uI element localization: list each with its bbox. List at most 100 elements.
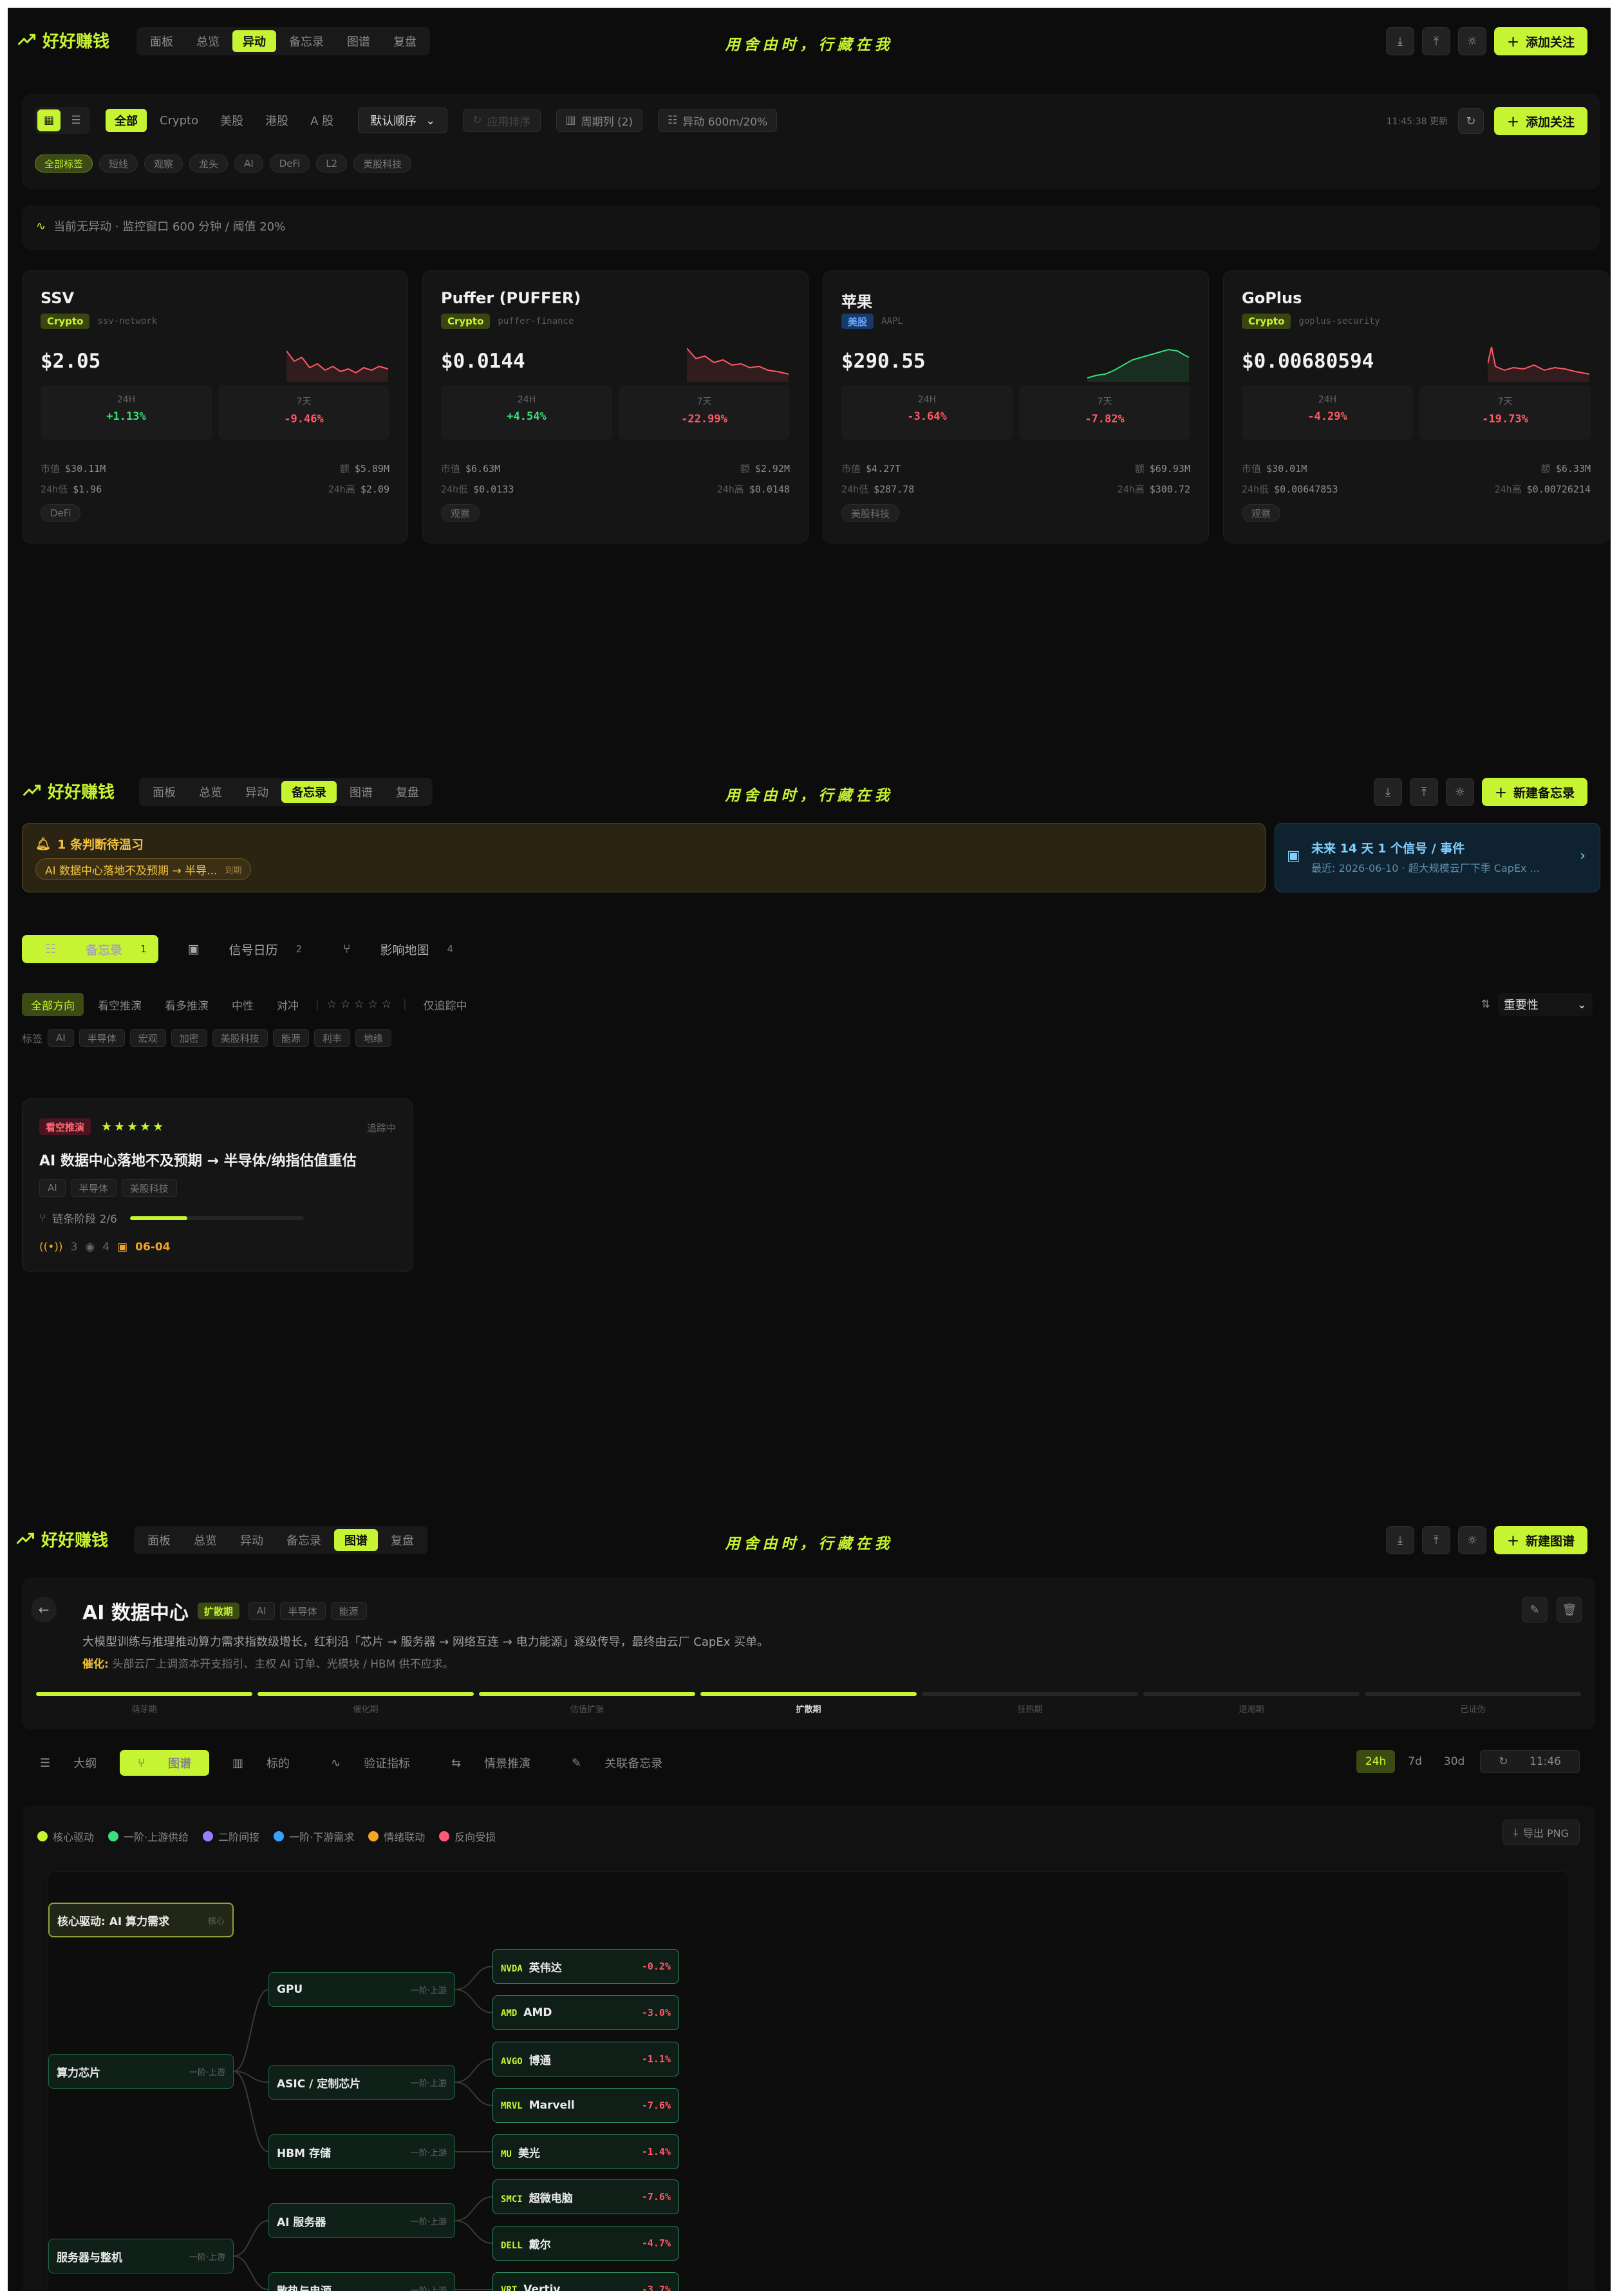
graph-view-tab[interactable]: ⑂ 图谱 — [120, 1750, 209, 1776]
tag-chip[interactable]: DeFi — [269, 155, 310, 173]
filter-tag[interactable]: 利率 — [314, 1029, 350, 1047]
download-icon[interactable]: ⤓ — [1373, 778, 1402, 806]
direction-tab[interactable]: 看空推演 — [89, 993, 151, 1016]
new-graph-button[interactable]: ＋ 新建图谱 — [1493, 1526, 1587, 1554]
tag-chip[interactable]: AI — [234, 155, 263, 173]
market-tab[interactable]: 美股 — [211, 109, 252, 132]
review-alert-item[interactable]: AI 数据中心落地不及预期 → 半导... 到期 — [35, 858, 252, 880]
stock-node[interactable]: SMCI 超微电脑 -7.6% — [492, 2179, 679, 2214]
new-memo-button[interactable]: ＋ 新建备忘录 — [1481, 778, 1587, 806]
memo-card[interactable]: 看空推演 ★★★★★ 追踪中 AI 数据中心落地不及预期 → 半导体/纳指估值重… — [22, 1098, 413, 1272]
sort-select[interactable]: 默认顺序 ⌄ — [358, 108, 448, 133]
watch-card[interactable]: Puffer (PUFFER) Crypto puffer-finance $0.01… — [422, 270, 809, 543]
range-tab[interactable]: 30d — [1435, 1750, 1474, 1773]
graph-view-tab[interactable]: ⇆ 情景推演 — [433, 1750, 548, 1776]
filter-tag[interactable]: 加密 — [171, 1029, 207, 1047]
watch-card[interactable]: GoPlus Crypto goplus-security $0.00680594 24… — [1223, 270, 1609, 543]
card-tag[interactable]: 美股科技 — [841, 504, 900, 522]
level1-node[interactable]: 服务器与整机 一阶·上游 — [48, 2239, 234, 2273]
filter-tag[interactable]: 美股科技 — [212, 1029, 268, 1047]
market-tab[interactable]: 全部 — [106, 109, 147, 132]
period-columns-button[interactable]: ▥ 周期列 (2) — [556, 109, 643, 132]
filter-tag[interactable]: 半导体 — [79, 1029, 125, 1047]
list-view-icon[interactable]: ☰ — [64, 109, 88, 131]
core-node[interactable]: 核心驱动: AI 算力需求 核心 — [48, 1903, 234, 1937]
asset-price: $2.05 — [41, 350, 101, 373]
card-tag[interactable]: DeFi — [41, 504, 81, 522]
card-tag[interactable]: 观察 — [1242, 504, 1281, 522]
upload-icon[interactable]: ⤒ — [1409, 778, 1438, 806]
filter-tag[interactable]: 宏观 — [129, 1029, 166, 1047]
refresh-button[interactable]: ↻ 11:46 — [1480, 1750, 1580, 1773]
tag-chip[interactable]: 龙头 — [189, 155, 229, 173]
level1-node[interactable]: 算力芯片 一阶·上游 — [48, 2054, 234, 2089]
stock-node[interactable]: AMD AMD -3.0% — [492, 1995, 679, 2030]
market-tab[interactable]: A 股 — [301, 109, 342, 132]
sort-select[interactable]: 重要性 ⌄ — [1497, 993, 1593, 1016]
level2-node[interactable]: GPU 一阶·上游 — [268, 1972, 455, 2007]
stock-id: MU 美光 — [501, 2144, 540, 2160]
level2-node[interactable]: 散热与电源 一阶·上游 — [268, 2272, 455, 2291]
direction-tab[interactable]: 看多推演 — [156, 993, 218, 1016]
market-tab[interactable]: Crypto — [151, 109, 207, 132]
graph-view-tab[interactable]: ✎ 关联备忘录 — [554, 1750, 680, 1776]
signal-calendar-card[interactable]: ▣ 未来 14 天 1 个信号 / 事件 最近: 2026-06-10 · 超大… — [1275, 823, 1600, 892]
stock-node[interactable]: NVDA 英伟达 -0.2% — [492, 1949, 679, 1984]
graph-view-tab[interactable]: ▥ 标的 — [214, 1750, 308, 1776]
graph-canvas[interactable]: 核心驱动: AI 算力需求 核心 算力芯片 一阶·上游 服务器与整机 一阶·上游 GPU 一阶… — [48, 1871, 1569, 2291]
direction-tab[interactable]: 全部方向 — [22, 993, 84, 1016]
theme-icon[interactable]: ☼ — [1457, 1526, 1486, 1554]
level2-node[interactable]: AI 服务器 一阶·上游 — [268, 2203, 455, 2238]
download-icon[interactable]: ⤓ — [1385, 1526, 1414, 1554]
watch-card[interactable]: 苹果 美股 AAPL $290.55 24H -3.64% 7天 -7.82% 市值 $4.27T… — [823, 270, 1209, 543]
star-filter[interactable]: ☆☆☆☆☆ — [327, 993, 395, 1016]
upload-icon[interactable]: ⤒ — [1421, 1526, 1450, 1554]
refresh-icon[interactable]: ↻ — [1457, 108, 1484, 134]
memo-section-tabs: ☷ 备忘录 1 ▣ 信号日历 2 ⑂ 影响地图 4 — [22, 935, 465, 963]
stock-node[interactable]: VRT Vertiv -3.7% — [492, 2272, 679, 2291]
download-icon[interactable]: ⤓ — [1385, 27, 1414, 55]
memo-section-tab[interactable]: ▣ 信号日历 2 — [165, 935, 314, 963]
tag-chip[interactable]: 全部标签 — [35, 155, 93, 173]
filter-tag[interactable]: 能源 — [272, 1029, 309, 1047]
theme-icon[interactable]: ☼ — [1457, 27, 1486, 55]
theme-icon[interactable]: ☼ — [1445, 778, 1474, 806]
tag-chip[interactable]: 观察 — [144, 155, 183, 173]
card-tag[interactable]: 观察 — [441, 504, 480, 522]
edit-icon[interactable]: ✎ — [1522, 1597, 1548, 1623]
direction-tab[interactable]: 对冲 — [268, 993, 308, 1016]
back-arrow-icon[interactable]: ← — [31, 1597, 57, 1623]
direction-tab[interactable]: 中性 — [223, 993, 263, 1016]
market-tab[interactable]: 港股 — [256, 109, 297, 132]
memo-section-tab[interactable]: ☷ 备忘录 1 — [22, 935, 158, 963]
range-tab[interactable]: 7d — [1399, 1750, 1431, 1773]
apply-sort-button[interactable]: ↻ 应用排序 — [463, 109, 541, 132]
export-png-button[interactable]: ⤓ 导出 PNG — [1502, 1820, 1580, 1845]
plus-icon: ＋ — [1494, 786, 1507, 800]
add-watch-button-2[interactable]: ＋ 添加关注 — [1493, 107, 1587, 135]
level2-node[interactable]: ASIC / 定制芯片 一阶·上游 — [268, 2065, 455, 2100]
stock-node[interactable]: DELL 戴尔 -4.7% — [492, 2226, 679, 2261]
watch-card[interactable]: SSV Crypto ssv-network $2.05 24H +1.13% 7天 -9.4… — [22, 270, 408, 543]
range-tab[interactable]: 24h — [1356, 1750, 1396, 1773]
tag-chip[interactable]: L2 — [316, 155, 348, 173]
stock-node[interactable]: AVGO 博通 -1.1% — [492, 2042, 679, 2076]
stock-node[interactable]: MU 美光 -1.4% — [492, 2134, 679, 2169]
graph-view-tab[interactable]: ☰ 大纲 — [22, 1750, 115, 1776]
add-watch-button[interactable]: ＋ 添加关注 — [1493, 27, 1587, 55]
grid-view-icon[interactable]: ▦ — [37, 109, 61, 131]
upload-icon[interactable]: ⤒ — [1421, 27, 1450, 55]
memo-section-tab[interactable]: ⑂ 影响地图 4 — [320, 935, 465, 963]
stock-node[interactable]: MRVL Marvell -7.6% — [492, 2088, 679, 2123]
tag-chip[interactable]: 美股科技 — [353, 155, 412, 173]
filter-tag[interactable]: AI — [48, 1029, 74, 1047]
tracking-only-toggle[interactable]: 仅追踪中 — [415, 993, 476, 1016]
tag-chip[interactable]: 短线 — [99, 155, 138, 173]
stock-ticker: MRVL — [501, 2101, 523, 2111]
graph-view-tab[interactable]: ∿ 验证指标 — [313, 1750, 428, 1776]
trash-icon[interactable]: 🗑︎ — [1557, 1597, 1582, 1623]
level2-node[interactable]: HBM 存储 一阶·上游 — [268, 2134, 455, 2169]
anomaly-settings-button[interactable]: ☷ 异动 600m/20% — [658, 109, 778, 132]
filter-tag[interactable]: 地缘 — [355, 1029, 391, 1047]
metric-value: $0.0133 — [473, 484, 514, 495]
